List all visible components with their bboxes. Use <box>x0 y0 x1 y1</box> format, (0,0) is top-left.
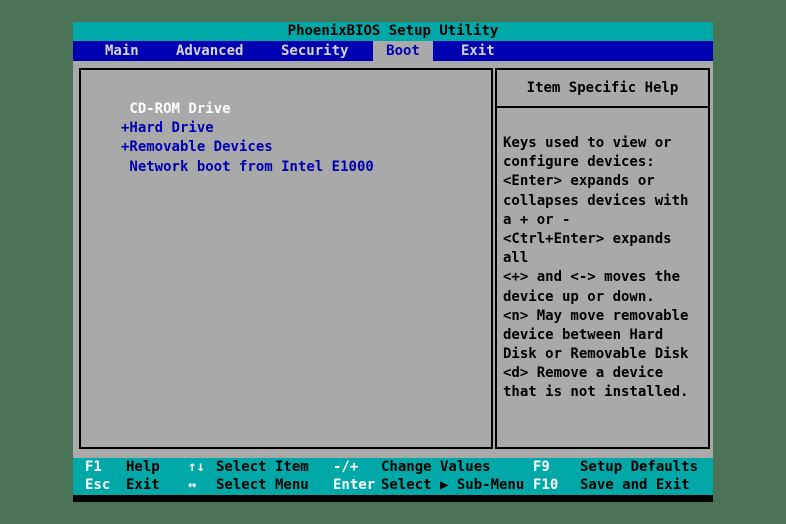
help-line: device up or down. <box>503 288 655 305</box>
tab-main[interactable]: Main <box>105 41 139 61</box>
help-line: collapses devices with <box>503 192 689 209</box>
boot-item-network-boot[interactable]: Network boot from Intel E1000 <box>121 158 491 177</box>
boot-item-removable-devices[interactable]: +Removable Devices <box>121 138 491 157</box>
tab-security[interactable]: Security <box>281 41 348 61</box>
legend-select-menu: Select Menu <box>216 477 309 493</box>
key-f10: F10 <box>533 477 559 493</box>
help-panel: Item Specific Help Keys used to view or … <box>495 68 710 449</box>
key-legend-row-1: F1 Help ↑↓ Select Item -/+ Change Values… <box>73 458 713 477</box>
boot-order-list: CD-ROM Drive +Hard Drive +Removable Devi… <box>81 100 491 177</box>
up-down-arrows-icon: ↑↓ <box>188 459 205 475</box>
key-esc: Esc <box>85 477 111 493</box>
bios-body: CD-ROM Drive +Hard Drive +Removable Devi… <box>73 61 713 458</box>
boot-item-hard-drive[interactable]: +Hard Drive <box>121 119 491 138</box>
menu-bar: Main Advanced Security Boot Exit <box>73 41 713 61</box>
legend-select-item: Select Item <box>216 459 309 475</box>
window-title: PhoenixBIOS Setup Utility <box>73 22 713 41</box>
legend-select-submenu: Select ▶ Sub-Menu <box>381 477 525 493</box>
boot-item-label: Hard Drive <box>129 120 214 137</box>
help-line: <Ctrl+Enter> expands <box>503 230 672 247</box>
help-line: Disk or Removable Disk <box>503 346 689 363</box>
key-legend-bar: F1 Help ↑↓ Select Item -/+ Change Values… <box>73 458 713 495</box>
help-line: configure devices: <box>503 154 655 171</box>
legend-help: Help <box>126 459 160 475</box>
help-panel-text: Keys used to view or configure devices: … <box>497 134 708 403</box>
tab-boot-active[interactable]: Boot <box>373 41 433 61</box>
boot-item-label: CD-ROM Drive <box>129 101 231 117</box>
help-line: <Enter> expands or <box>503 173 655 190</box>
key-legend-row-2: Esc Exit ↔ Select Menu Enter Select ▶ Su… <box>73 476 713 495</box>
key-f1: F1 <box>85 459 102 475</box>
tab-exit[interactable]: Exit <box>461 41 495 61</box>
boot-item-label: Network boot from Intel E1000 <box>129 158 374 175</box>
legend-setup-defaults: Setup Defaults <box>580 459 699 475</box>
key-enter: Enter <box>333 477 376 493</box>
legend-save-and-exit: Save and Exit <box>580 477 690 493</box>
boot-item-label: Removable Devices <box>129 139 273 156</box>
key-f9: F9 <box>533 459 550 475</box>
help-line: <n> May move removable <box>503 307 689 324</box>
bios-screen: PhoenixBIOS Setup Utility Main Advanced … <box>73 22 713 502</box>
left-right-arrows-icon: ↔ <box>188 477 197 493</box>
legend-change-values: Change Values <box>381 459 491 475</box>
help-line: Keys used to view or <box>503 135 672 151</box>
boot-item-cdrom-drive[interactable]: CD-ROM Drive <box>121 100 491 119</box>
tab-advanced[interactable]: Advanced <box>176 41 243 61</box>
boot-options-panel: CD-ROM Drive +Hard Drive +Removable Devi… <box>79 68 493 449</box>
help-line: a + or - <box>503 211 571 228</box>
screen-bottom-strip <box>73 495 713 502</box>
help-line: <d> Remove a device <box>503 365 664 382</box>
help-line: <+> and <-> moves the <box>503 269 681 286</box>
help-line: that is not installed. <box>503 384 689 401</box>
help-line: device between Hard <box>503 326 664 343</box>
key-minus-plus: -/+ <box>333 459 359 475</box>
legend-exit: Exit <box>126 477 160 493</box>
help-panel-title: Item Specific Help <box>497 70 708 108</box>
help-line: all <box>503 250 529 267</box>
